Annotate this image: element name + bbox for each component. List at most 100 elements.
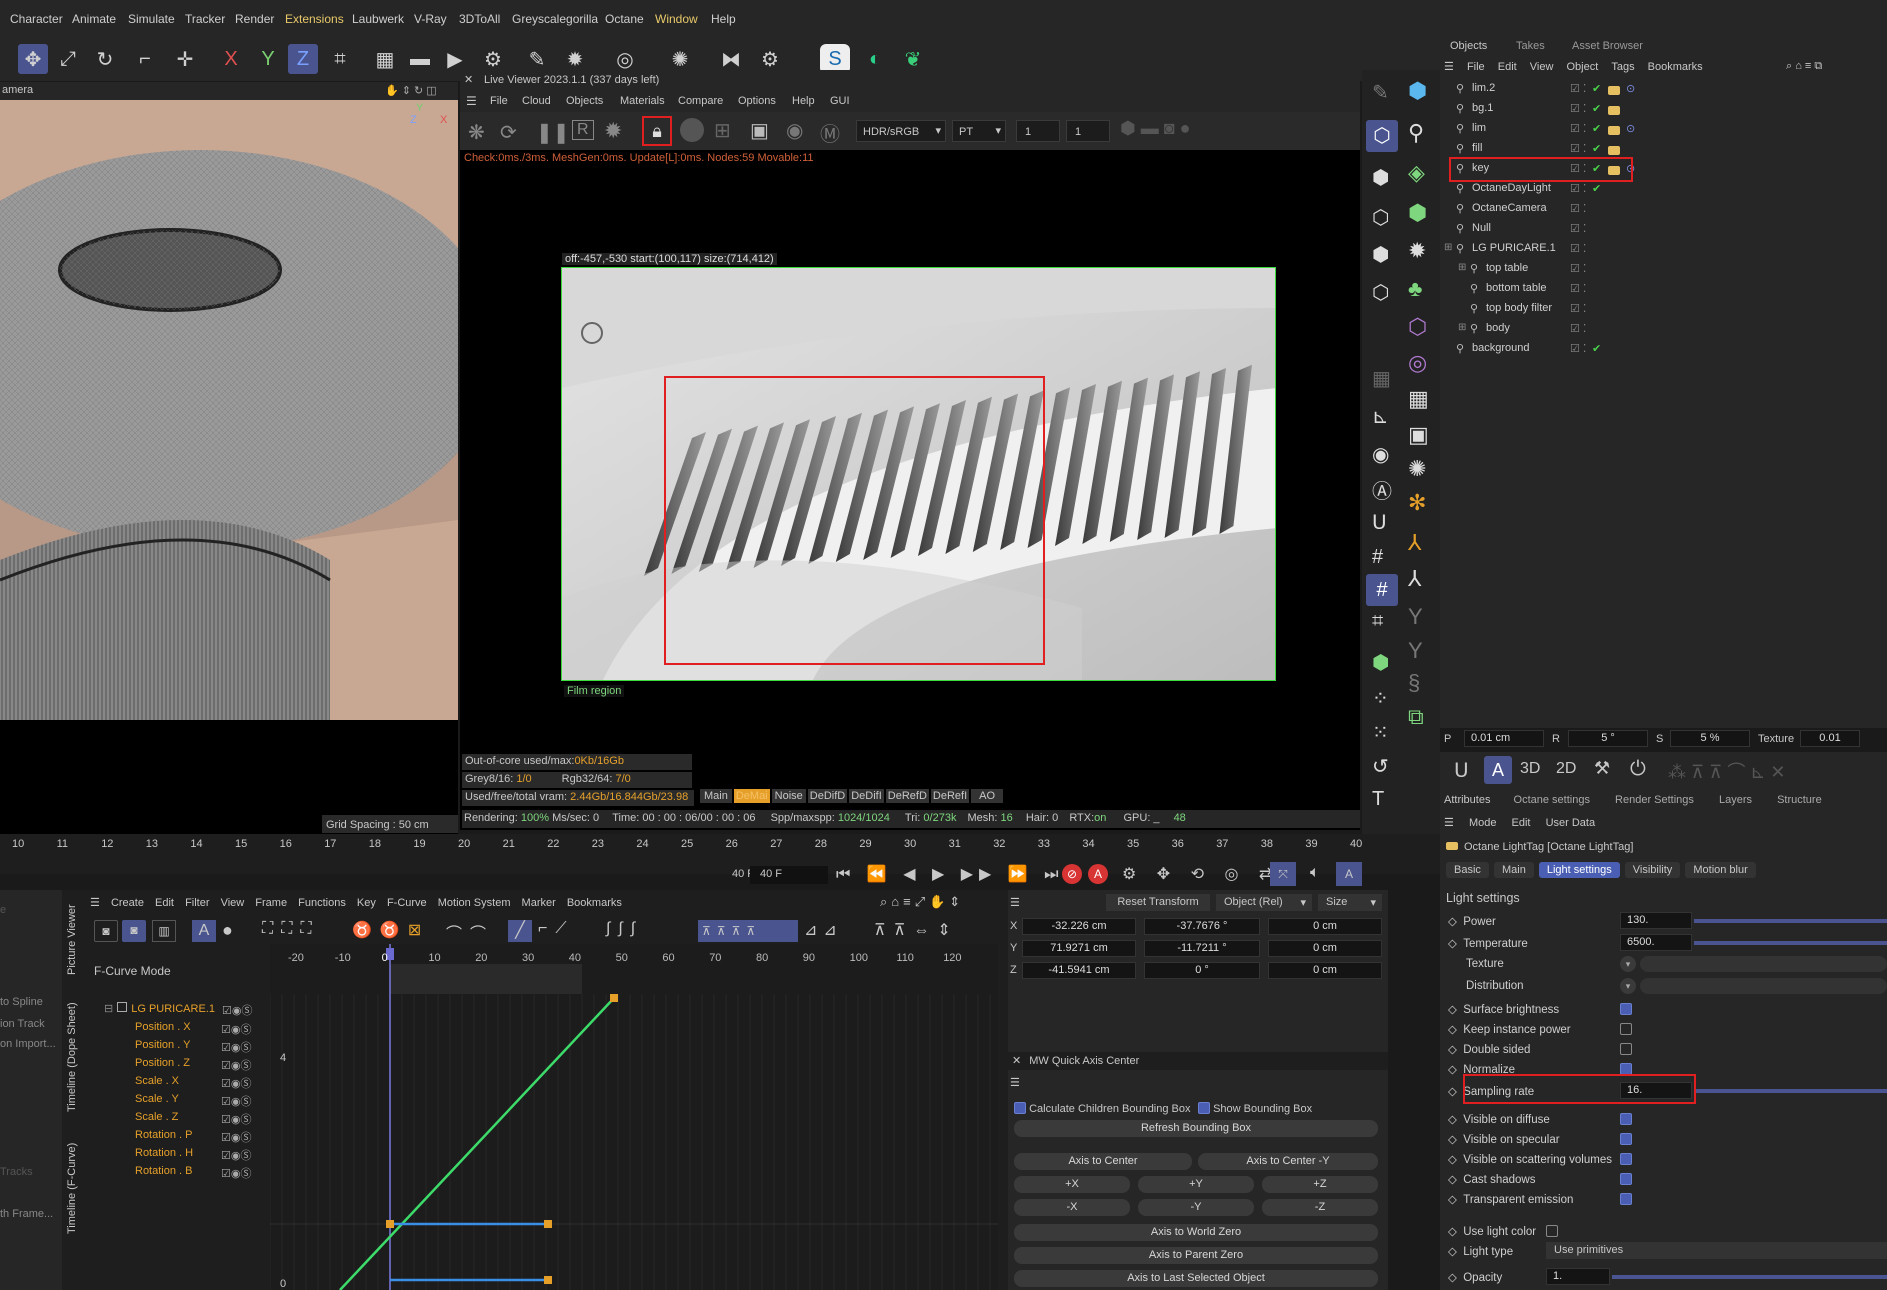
position-field[interactable]: 71.9271 cm	[1022, 940, 1136, 957]
menu-render[interactable]: Render	[235, 12, 274, 26]
model-mode-icon[interactable]: ⬡	[1366, 120, 1398, 152]
hamburger-icon[interactable]: ☰	[466, 94, 477, 108]
fc-menu-edit[interactable]: Edit	[155, 897, 174, 909]
bone-icon[interactable]: Y	[1408, 604, 1423, 630]
y-axis-icon[interactable]: Y	[253, 44, 283, 74]
key-mode-icon[interactable]: ⤧	[1270, 862, 1296, 886]
track-row[interactable]: Rotation . H ☑◉Ⓢ	[135, 1147, 251, 1162]
axis-world-zero-button[interactable]: Axis to World Zero	[1014, 1224, 1378, 1241]
calc-children-option[interactable]: Calculate Children Bounding Box	[1014, 1102, 1191, 1115]
surface-brightness-checkbox[interactable]	[1620, 1003, 1632, 1015]
menu-octane[interactable]: Octane	[605, 12, 644, 26]
tab-objects[interactable]: Objects	[1450, 40, 1487, 52]
fcurve-search-icon[interactable]: ⌕⌂≡⤢✋⇕	[880, 894, 964, 910]
check-icon[interactable]: ✔	[1592, 122, 1601, 135]
visibility-icon[interactable]: ☑ ⁚	[1570, 102, 1586, 115]
field-one[interactable]: 1	[1016, 120, 1060, 142]
coord-mode-select[interactable]: Object (Rel) ▾	[1216, 894, 1312, 911]
reset-transform-button[interactable]: Reset Transform	[1106, 894, 1210, 911]
fc-spread-icons[interactable]: ⊼⊼⇔⇕	[874, 920, 959, 940]
fc-auto-tangent-icons[interactable]: ⊼⊼⊼⊼	[698, 920, 798, 942]
x-axis-icon[interactable]: X	[216, 44, 246, 74]
menu-help[interactable]: Help	[711, 12, 736, 26]
quantize-icon[interactable]: ⌗	[1372, 610, 1383, 633]
menu-tracker[interactable]: Tracker	[185, 12, 225, 26]
axis-to-center-button[interactable]: Axis to Center	[1014, 1153, 1192, 1170]
texture-field[interactable]: 0.01	[1800, 730, 1860, 747]
track-row[interactable]: Scale . Z ☑◉Ⓢ	[135, 1111, 251, 1126]
a-mode-icon[interactable]: A	[1484, 756, 1512, 784]
tab-render-settings[interactable]: Render Settings	[1615, 794, 1694, 806]
object-row[interactable]: ⚲ bottom table ☑ ⁚	[1446, 282, 1886, 302]
tab-structure[interactable]: Structure	[1777, 794, 1822, 806]
track-object[interactable]: ⊟ LG PURICARE.1 ☑◉Ⓢ	[104, 1002, 252, 1017]
fc-menu-key[interactable]: Key	[357, 897, 376, 909]
undo-axis-icon[interactable]: ↺	[1372, 754, 1389, 779]
tab-takes[interactable]: Takes	[1516, 40, 1545, 52]
lv-menu-options[interactable]: Options	[738, 95, 776, 107]
field-two[interactable]: 1	[1066, 120, 1110, 142]
visibility-icon[interactable]: ☑ ⁚	[1570, 202, 1586, 215]
subtab-basic[interactable]: Basic	[1446, 862, 1489, 878]
position-field[interactable]: -32.226 cm	[1022, 918, 1136, 935]
ik-icon[interactable]: ⅄	[1408, 566, 1421, 592]
green-block-icon[interactable]: ⬢	[1372, 650, 1389, 675]
size-field[interactable]: 0 cm	[1268, 918, 1382, 935]
light-tag-icon[interactable]	[1608, 146, 1620, 155]
deformer-icon[interactable]: ⬡	[1408, 314, 1427, 340]
frame-field-b[interactable]: 40 F	[750, 866, 828, 884]
fcurve-graph[interactable]	[270, 944, 998, 1290]
3d-mode-icon[interactable]: 3D	[1520, 760, 1540, 778]
viewport-nav-icons[interactable]: ✋ ⇕ ↻ ◫	[385, 84, 437, 97]
cast-shadows-checkbox[interactable]	[1620, 1173, 1632, 1185]
power-slider[interactable]	[1694, 919, 1887, 923]
lv-menu-compare[interactable]: Compare	[678, 95, 723, 107]
rotate-tool-icon[interactable]: ↻	[90, 44, 120, 74]
color-space-select[interactable]: HDR/sRGB ▾	[856, 120, 946, 142]
pass-tab-dedifi[interactable]: DeDifI	[849, 789, 884, 803]
object-row[interactable]: ⚲ lim ☑ ⁚ ✔ ⊙	[1446, 122, 1886, 142]
pause-icon[interactable]: ❚❚	[536, 120, 570, 145]
magnet-tool-icon[interactable]: Ս	[1454, 758, 1469, 783]
axis-to-center-y-button[interactable]: Axis to Center -Y	[1198, 1153, 1378, 1170]
fc-key-icons[interactable]: ♉♉⊠	[352, 920, 429, 940]
left-tool-item[interactable]: to Spline	[0, 996, 43, 1008]
track-row[interactable]: Rotation . P ☑◉Ⓢ	[135, 1129, 251, 1144]
check-icon[interactable]: ✔	[1592, 142, 1601, 155]
fc-menu-filter[interactable]: Filter	[185, 897, 209, 909]
fc-menu-frame[interactable]: Frame	[255, 897, 287, 909]
target-tag-icon[interactable]: ⊙	[1626, 122, 1635, 135]
obj-menu-file[interactable]: File	[1467, 61, 1485, 73]
side-tab-dope-sheet[interactable]: Timeline (Dope Sheet)	[66, 1002, 78, 1112]
left-tool-item[interactable]: ion Track	[0, 1018, 45, 1030]
opacity-slider[interactable]	[1612, 1275, 1887, 1279]
check-icon[interactable]: ✔	[1592, 182, 1601, 195]
pen-icon[interactable]: ⚲	[1408, 120, 1424, 146]
object-row[interactable]: ⊞ ⚲ LG PURICARE.1 ☑ ⁚	[1444, 242, 1886, 262]
dots-icon[interactable]: ⁘	[1372, 686, 1389, 711]
autokey-icon[interactable]: A	[1088, 864, 1108, 884]
attr-menu-edit[interactable]: Edit	[1512, 817, 1531, 829]
attr-menu-user-data[interactable]: User Data	[1546, 817, 1596, 829]
add-icon[interactable]: ⊞	[714, 118, 731, 143]
fc-linear-icon[interactable]: ╱	[508, 920, 532, 942]
visibility-icon[interactable]: ☑ ⁚	[1570, 302, 1586, 315]
fc-tool-a-icon[interactable]: A	[192, 920, 216, 942]
s-field[interactable]: 5 %	[1670, 730, 1750, 747]
pass-tab-dedifd[interactable]: DeDifD	[807, 789, 848, 803]
subtab-light-settings[interactable]: Light settings	[1538, 862, 1620, 878]
hamburger-icon[interactable]: ☰	[1444, 61, 1454, 73]
refresh-bbox-button[interactable]: Refresh Bounding Box	[1014, 1120, 1378, 1137]
coord-system-icon[interactable]: ⌗	[325, 44, 355, 74]
visibility-icon[interactable]: ☑ ⁚	[1570, 262, 1586, 275]
obj-menu-object[interactable]: Object	[1566, 61, 1598, 73]
transform-tool-icon[interactable]: ✛	[170, 44, 200, 74]
fc-menu-marker[interactable]: Marker	[522, 897, 556, 909]
timeline-bar[interactable]: 10 11 12 13 14 15 16 17 18 19 20 21 22 23 24 25 26 27 28 29…	[0, 834, 1440, 886]
hamburger-icon[interactable]: ☰	[1444, 817, 1454, 829]
lv-menu-help[interactable]: Help	[792, 95, 815, 107]
left-tool-item[interactable]: th Frame...	[0, 1208, 53, 1220]
object-row[interactable]: ⚲ lim.2 ☑ ⁚ ✔ ⊙	[1446, 82, 1886, 102]
obj-menu-edit[interactable]: Edit	[1498, 61, 1517, 73]
obj-menu-bookmarks[interactable]: Bookmarks	[1648, 61, 1703, 73]
